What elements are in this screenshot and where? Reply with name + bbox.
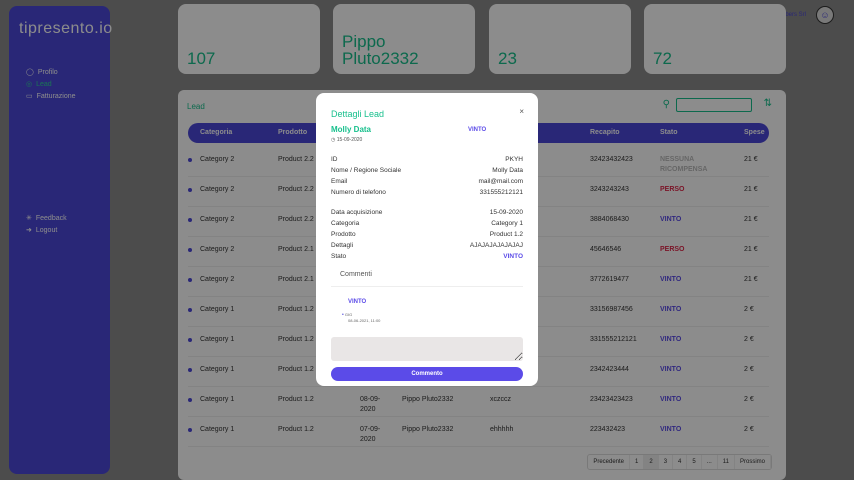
- detail-value: Product 1.2: [489, 231, 523, 238]
- detail-key: Nome / Regione Sociale: [331, 167, 402, 174]
- detail-row: Email mail@mail.com: [331, 178, 523, 187]
- lead-details-modal: Dettagli Lead × Molly Data VINTO ◷ 15-09…: [316, 93, 538, 386]
- detail-row: Stato VINTO: [331, 253, 523, 262]
- status-badge: VINTO: [468, 127, 487, 133]
- comment-status: VINTO: [348, 299, 367, 305]
- detail-value: VINTO: [503, 253, 523, 260]
- detail-key: Data acquisizione: [331, 209, 383, 216]
- close-icon[interactable]: ×: [519, 107, 524, 116]
- detail-row: Data acquisizione 15-09-2020: [331, 209, 523, 218]
- detail-key: Dettagli: [331, 242, 354, 249]
- detail-value: Molly Data: [492, 167, 523, 174]
- lead-name: Molly Data: [331, 125, 372, 134]
- detail-value: AJAJAJAJAJAJAJ: [469, 242, 523, 249]
- detail-key: Email: [331, 178, 348, 185]
- detail-value: mail@mail.com: [478, 178, 523, 185]
- detail-key: Categoria: [331, 220, 360, 227]
- detail-value: PKYH: [505, 156, 523, 163]
- comments-heading: Commenti: [340, 271, 372, 278]
- lead-date: ◷ 15-09-2020: [331, 137, 362, 143]
- comment: • GIG 08-06-2021, 11:00: [342, 312, 381, 323]
- detail-key: Stato: [331, 253, 347, 260]
- detail-row: ID PKYH: [331, 156, 523, 165]
- detail-row: Nome / Regione Sociale Molly Data: [331, 167, 523, 176]
- detail-row: Categoria Category 1: [331, 220, 523, 229]
- comment-button[interactable]: Commento: [331, 367, 523, 381]
- divider: [331, 286, 523, 287]
- detail-value: Category 1: [491, 220, 523, 227]
- detail-row: Prodotto Product 1.2: [331, 231, 523, 240]
- modal-title: Dettagli Lead: [331, 109, 385, 119]
- detail-row: Numero di telefono 331555212121: [331, 189, 523, 198]
- detail-key: ID: [331, 156, 338, 163]
- clock-icon: ◷: [331, 137, 336, 143]
- comment-text: GIG: [344, 312, 353, 317]
- comment-input[interactable]: [331, 337, 523, 361]
- detail-key: Prodotto: [331, 231, 356, 238]
- detail-value: 331555212121: [479, 189, 523, 196]
- detail-key: Numero di telefono: [331, 189, 386, 196]
- lead-date-text: 15-09-2020: [336, 137, 363, 143]
- detail-value: 15-09-2020: [489, 209, 523, 216]
- detail-row: Dettagli AJAJAJAJAJAJAJ: [331, 242, 523, 251]
- comment-timestamp: 08-06-2021, 11:00: [348, 318, 381, 323]
